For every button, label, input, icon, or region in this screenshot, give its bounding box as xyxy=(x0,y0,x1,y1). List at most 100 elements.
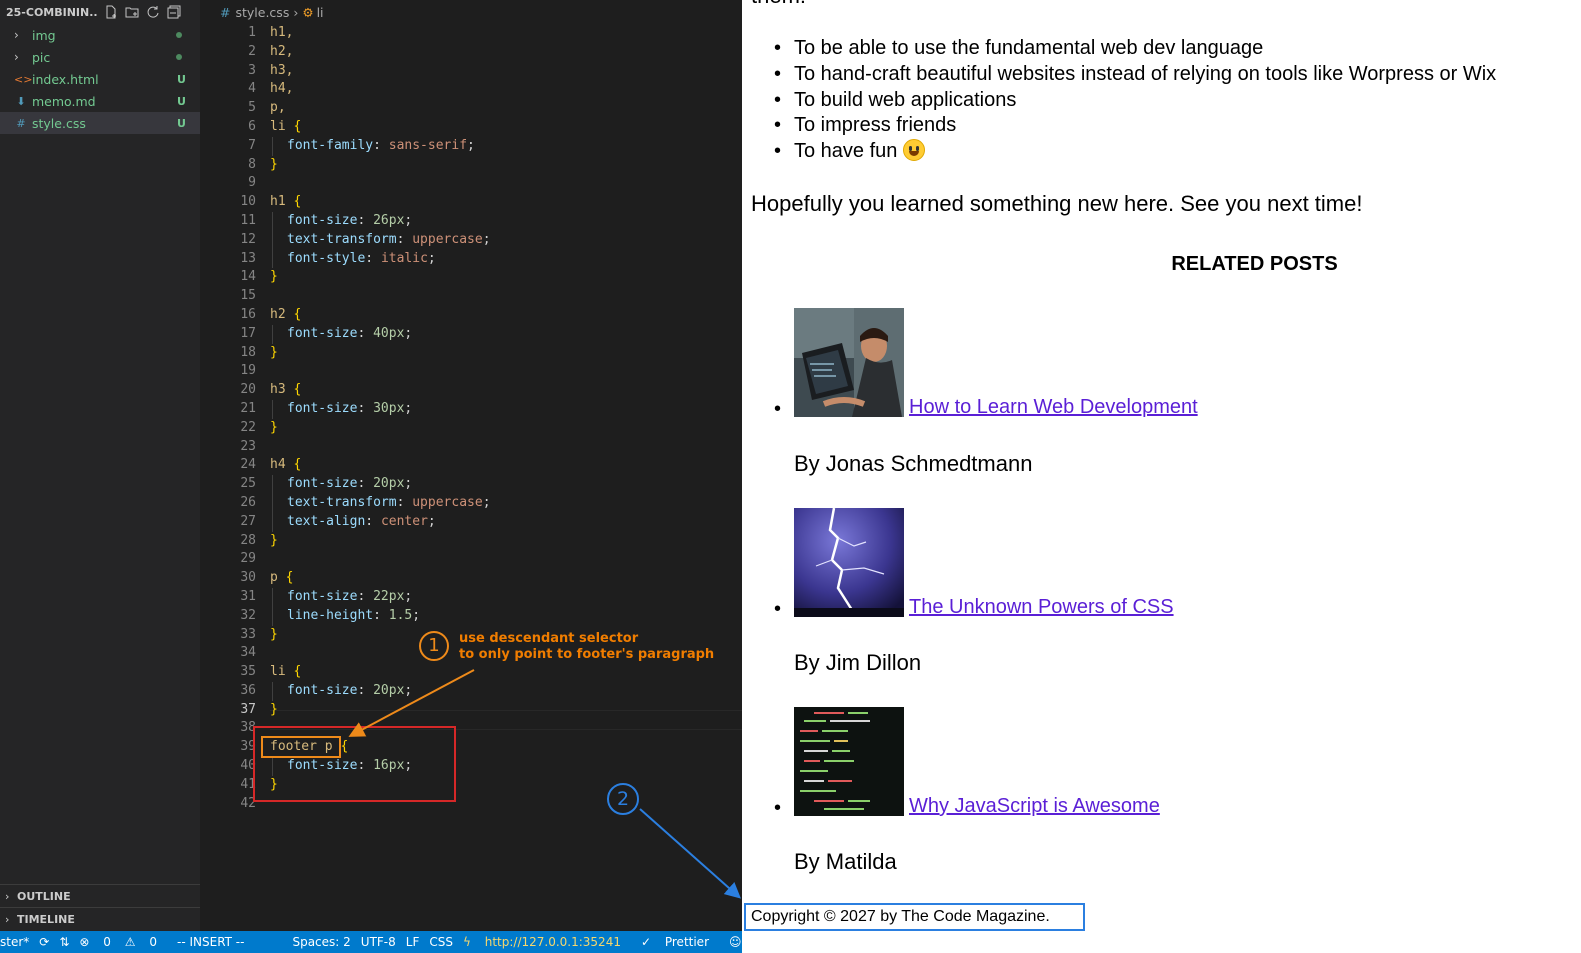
bell-icon[interactable]: 🔔︎ xyxy=(752,935,767,949)
code-line[interactable]: h2, xyxy=(270,43,690,62)
indent-guide xyxy=(272,399,273,419)
code-line[interactable]: p { xyxy=(270,569,690,588)
code-line[interactable]: h2 { xyxy=(270,306,690,325)
feedback-icon[interactable]: ☺ xyxy=(729,935,742,949)
publish-icon[interactable]: ⇅ xyxy=(59,935,69,949)
code-line[interactable]: font-style: italic; xyxy=(270,249,690,269)
code-token: { xyxy=(293,457,302,473)
problems-indicator[interactable]: ⊗ 0 ⚠ 0 xyxy=(79,935,167,949)
code-line[interactable]: li { xyxy=(270,663,690,682)
eol-setting[interactable]: LF xyxy=(406,935,420,949)
post-link[interactable]: The Unknown Powers of CSS xyxy=(909,596,1174,619)
line-number: 20 xyxy=(240,382,256,398)
smiley-emoji-icon xyxy=(902,139,925,162)
code-line[interactable]: font-size: 20px; xyxy=(270,475,690,494)
code-line[interactable]: } xyxy=(270,344,690,363)
code-line[interactable]: font-size: 20px; xyxy=(270,681,690,701)
line-number: 39 xyxy=(240,739,256,755)
code-line[interactable]: text-align: center; xyxy=(270,512,690,532)
code-line[interactable]: } xyxy=(270,701,690,720)
prettier-status[interactable]: ✓ Prettier xyxy=(641,935,719,949)
new-folder-icon[interactable] xyxy=(125,5,139,19)
timeline-panel-toggle[interactable]: › TIMELINE xyxy=(0,907,200,930)
code-line[interactable]: text-transform: uppercase; xyxy=(270,493,690,513)
code-line[interactable]: font-size: 30px; xyxy=(270,399,690,419)
untracked-badge: U xyxy=(177,116,186,130)
code-line[interactable]: h4 { xyxy=(270,456,690,475)
outline-panel-toggle[interactable]: › OUTLINE xyxy=(0,884,200,907)
callout-1-line: to only point to footer's paragraph xyxy=(459,647,715,662)
vim-mode: -- INSERT -- xyxy=(177,935,245,949)
code-line[interactable] xyxy=(270,287,690,306)
breadcrumb-symbol[interactable]: li xyxy=(317,5,324,20)
code-line[interactable]: h1, xyxy=(270,24,690,43)
post-link[interactable]: How to Learn Web Development xyxy=(909,396,1198,419)
code-token: li xyxy=(270,118,286,134)
branch-name[interactable]: ster* xyxy=(0,935,29,949)
code-line[interactable]: text-transform: uppercase; xyxy=(270,230,690,250)
code-line[interactable]: font-size: 40px; xyxy=(270,324,690,344)
code-token: { xyxy=(293,664,302,680)
encoding-setting[interactable]: UTF-8 xyxy=(361,935,396,949)
line-number: 10 xyxy=(240,194,256,210)
markdown-file-icon: ⬇ xyxy=(16,94,26,108)
code-token: } xyxy=(270,626,278,642)
error-icon: ⊗ xyxy=(79,935,90,949)
code-line[interactable]: h3 { xyxy=(270,381,690,400)
code-line[interactable]: p, xyxy=(270,99,690,118)
post-link[interactable]: Why JavaScript is Awesome xyxy=(909,795,1160,818)
line-number: 30 xyxy=(240,570,256,586)
tree-folder-img[interactable]: › img xyxy=(0,24,200,46)
indent-guide xyxy=(272,606,273,626)
code-token: 20px xyxy=(373,682,405,698)
code-line[interactable] xyxy=(270,174,690,193)
line-number: 2 xyxy=(248,43,256,59)
code-line[interactable]: h1 { xyxy=(270,193,690,212)
code-token: font-size xyxy=(287,400,358,416)
chevron-right-icon: › xyxy=(5,889,10,903)
indent-guide xyxy=(272,475,273,494)
refresh-icon[interactable] xyxy=(146,5,160,19)
breadcrumb-file[interactable]: style.css xyxy=(235,5,289,20)
explorer-header: 25-COMBININ... xyxy=(0,0,200,24)
tree-item-label: memo.md xyxy=(32,93,96,109)
code-line[interactable] xyxy=(270,438,690,457)
language-mode[interactable]: CSS xyxy=(429,935,453,949)
collapse-all-icon[interactable] xyxy=(167,5,181,19)
code-token: text-align xyxy=(287,513,366,529)
code-token: 26px xyxy=(373,212,405,228)
status-bar: ster* ⟳ ⇅ ⊗ 0 ⚠ 0 -- INSERT -- Spaces: 2… xyxy=(0,931,767,953)
code-token: text-transform xyxy=(287,231,397,247)
live-server-url: http://127.0.0.1:35241 xyxy=(484,935,621,949)
code-line[interactable]: li { xyxy=(270,118,690,137)
indent-guide xyxy=(272,587,273,607)
line-number: 26 xyxy=(240,494,256,510)
code-line[interactable]: } xyxy=(270,268,690,287)
tree-file-memo-md[interactable]: ⬇ memo.md U xyxy=(0,90,200,112)
code-line[interactable] xyxy=(270,362,690,381)
code-line[interactable]: font-size: 22px; xyxy=(270,587,690,607)
tree-folder-pic[interactable]: › pic xyxy=(0,46,200,68)
code-line[interactable]: } xyxy=(270,419,690,438)
code-text[interactable]: h1, h2, h3, h4, p, li {font-family: sans-seri… xyxy=(270,24,690,813)
post-author: By Jonas Schmedtmann xyxy=(794,451,1033,476)
line-number: 19 xyxy=(240,363,256,379)
code-line[interactable]: font-family: sans-serif; xyxy=(270,136,690,156)
list-bullet: • xyxy=(774,398,782,420)
code-line[interactable]: font-size: 26px; xyxy=(270,211,690,231)
tree-file-index-html[interactable]: <> index.html U xyxy=(0,68,200,90)
tree-file-style-css[interactable]: # style.css U xyxy=(0,112,200,134)
code-line[interactable] xyxy=(270,550,690,569)
code-line[interactable]: h4, xyxy=(270,80,690,99)
sync-icon[interactable]: ⟳ xyxy=(39,935,49,949)
code-line[interactable]: } xyxy=(270,156,690,175)
code-line[interactable]: } xyxy=(270,532,690,551)
code-line[interactable]: h3, xyxy=(270,62,690,81)
live-server[interactable]: ϟ http://127.0.0.1:35241 xyxy=(463,935,631,949)
indentation-setting[interactable]: Spaces: 2 xyxy=(292,935,350,949)
line-number: 32 xyxy=(240,607,256,623)
related-posts-heading: Related posts xyxy=(1171,253,1338,275)
new-file-icon[interactable] xyxy=(104,5,118,19)
code-line[interactable]: line-height: 1.5; xyxy=(270,606,690,626)
line-number: 8 xyxy=(248,156,256,172)
